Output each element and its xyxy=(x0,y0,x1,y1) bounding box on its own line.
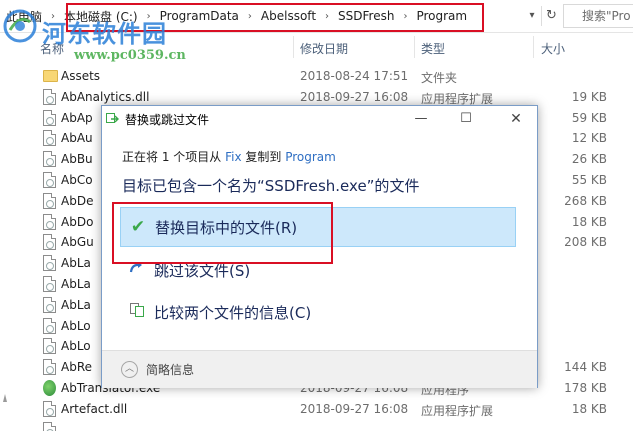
replace-or-skip-dialog: 替换或跳过文件 — ☐ ✕ 正在将 1 个项目从 Fix 复制到 Program… xyxy=(101,105,538,388)
dll-icon xyxy=(43,234,56,251)
dll-icon xyxy=(43,400,56,417)
file-size: 18 KB xyxy=(571,214,607,229)
dialog-title: 替换或跳过文件 xyxy=(125,113,210,127)
column-modified-header[interactable]: 修改日期 xyxy=(300,40,348,57)
file-row[interactable]: Assets 2018-08-24 17:51 文件夹 xyxy=(0,66,633,87)
file-name: AbAp xyxy=(61,110,93,125)
file-name: AbBu xyxy=(61,152,93,167)
file-modified-date: 2018-08-24 17:51 xyxy=(300,69,409,83)
progress-prefix: 正在将 1 个项目从 xyxy=(122,150,226,164)
file-name: AbLa xyxy=(61,256,91,271)
file-size: 55 KB xyxy=(571,172,607,187)
source-folder-link[interactable]: Fix xyxy=(225,150,241,164)
file-name: AbRe xyxy=(61,360,93,375)
search-placeholder: 搜索"Pro xyxy=(582,9,631,23)
file-name: AbDe xyxy=(61,193,94,208)
watermark-logo-icon xyxy=(3,9,37,43)
scroll-arrow-icon[interactable] xyxy=(2,392,8,404)
details-toggle-label: 简略信息 xyxy=(146,363,195,377)
file-size: 208 KB xyxy=(564,235,607,250)
file-name: AbCo xyxy=(61,172,93,187)
file-row[interactable] xyxy=(0,420,633,431)
column-divider[interactable] xyxy=(533,36,534,58)
file-name: AbLo xyxy=(61,339,91,354)
progress-middle: 复制到 xyxy=(241,150,286,164)
dll-icon xyxy=(43,88,56,105)
file-name: AbLa xyxy=(61,276,91,291)
maximize-icon[interactable]: ☐ xyxy=(443,106,489,132)
file-name: AbDo xyxy=(61,214,94,229)
destination-folder-link[interactable]: Program xyxy=(285,150,336,164)
file-name: AbGu xyxy=(61,235,94,250)
chevron-up-icon: ︿ xyxy=(121,361,138,378)
watermark-title: 河东软件园 xyxy=(42,19,167,48)
details-toggle-button[interactable]: ︿ 简略信息 xyxy=(121,361,194,378)
dialog-footer: ︿ 简略信息 xyxy=(102,350,537,388)
folder-icon xyxy=(43,70,58,82)
dialog-titlebar[interactable]: 替换或跳过文件 — ☐ ✕ xyxy=(102,106,537,132)
exe-icon xyxy=(43,379,56,396)
column-divider[interactable] xyxy=(293,36,294,58)
minimize-icon[interactable]: — xyxy=(398,106,444,132)
conflict-heading: 目标已包含一个名为“SSDFresh.exe”的文件 xyxy=(122,177,420,195)
file-size: 19 KB xyxy=(571,89,607,104)
annotation-highlight-box xyxy=(112,202,333,264)
column-type-header[interactable]: 类型 xyxy=(421,40,445,57)
copy-icon xyxy=(106,113,119,123)
dll-icon xyxy=(43,255,56,272)
dll-icon xyxy=(43,317,56,334)
dll-icon xyxy=(43,275,56,292)
file-size: 12 KB xyxy=(571,131,607,146)
dll-icon xyxy=(43,151,56,168)
file-name: AbLa xyxy=(61,297,91,312)
file-type: 应用程序扩展 xyxy=(421,403,494,418)
file-size: 26 KB xyxy=(571,152,607,167)
dll-icon xyxy=(43,171,56,188)
file-size: 178 KB xyxy=(564,380,607,395)
file-name: AbAnalytics.dll xyxy=(61,89,150,104)
dll-icon xyxy=(43,338,56,355)
refresh-icon[interactable]: ↻ xyxy=(541,6,561,26)
file-name: AbAu xyxy=(61,131,93,146)
dll-icon xyxy=(43,421,56,431)
search-input[interactable]: 搜索"Pro xyxy=(563,4,633,28)
column-size-header[interactable]: 大小 xyxy=(541,40,565,57)
dll-icon xyxy=(43,109,56,126)
dll-icon xyxy=(43,296,56,313)
chevron-down-icon[interactable]: ▾ xyxy=(523,6,541,26)
watermark-url: www.pc0359.cn xyxy=(74,48,186,63)
compare-files-option[interactable]: 比较两个文件的信息(C) xyxy=(120,292,516,332)
column-divider[interactable] xyxy=(414,36,415,58)
dll-icon xyxy=(43,213,56,230)
file-row[interactable]: Artefact.dll 2018-09-27 16:08 应用程序扩展 18 KB xyxy=(0,399,633,420)
dll-icon xyxy=(43,359,56,376)
close-icon[interactable]: ✕ xyxy=(493,106,539,132)
file-name: Artefact.dll xyxy=(61,401,128,416)
file-modified-date: 2018-09-27 16:08 xyxy=(300,89,409,104)
file-size: 59 KB xyxy=(571,110,607,125)
file-name: AbLo xyxy=(61,318,91,333)
copy-progress-text: 正在将 1 个项目从 Fix 复制到 Program xyxy=(122,148,336,165)
file-size: 268 KB xyxy=(564,193,607,208)
dll-icon xyxy=(43,192,56,209)
compare-files-label: 比较两个文件的信息(C) xyxy=(154,303,312,322)
file-type: 文件夹 xyxy=(421,71,458,85)
file-modified-date: 2018-09-27 16:08 xyxy=(300,401,409,416)
file-size: 144 KB xyxy=(564,360,607,375)
file-size: 18 KB xyxy=(571,401,607,416)
file-name: Assets xyxy=(61,69,101,83)
compare-files-icon xyxy=(124,302,150,323)
dll-icon xyxy=(43,130,56,147)
